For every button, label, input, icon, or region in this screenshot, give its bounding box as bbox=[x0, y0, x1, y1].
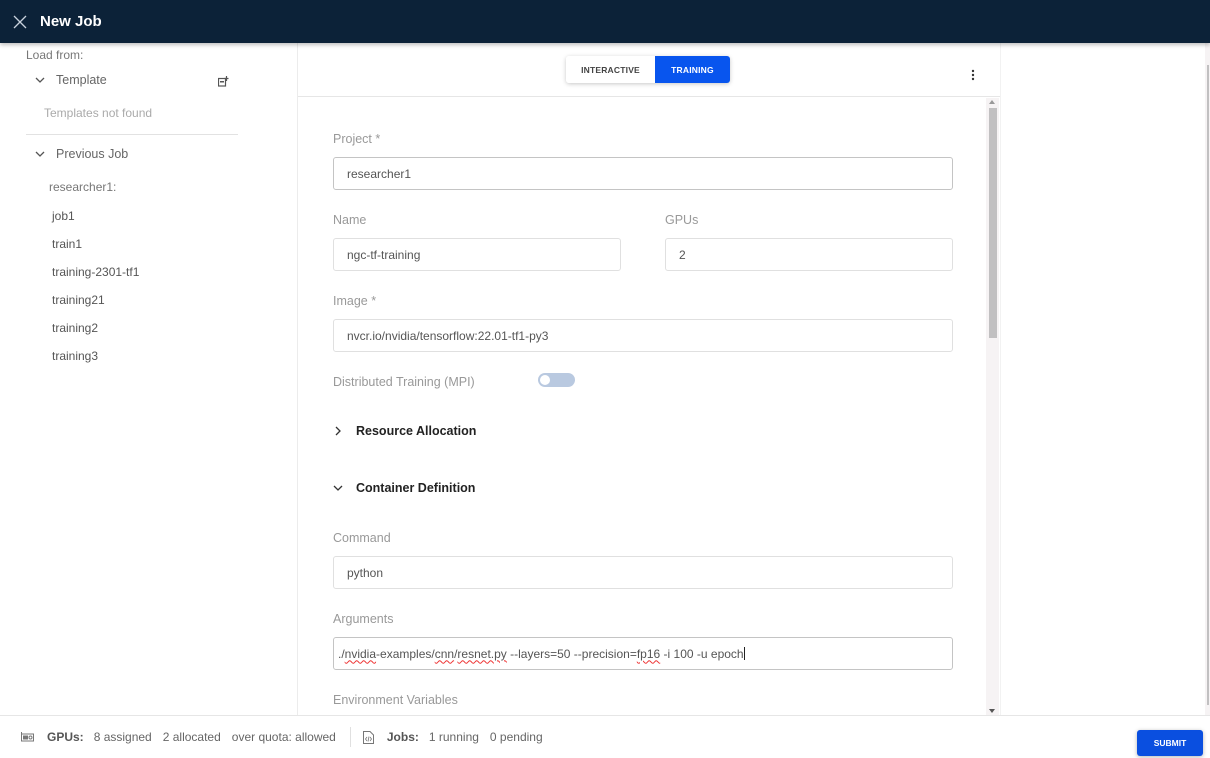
chevron-down-icon bbox=[35, 151, 45, 157]
jobs-status-label: Jobs: bbox=[386, 730, 419, 744]
project-select[interactable]: researcher1 bbox=[333, 157, 953, 190]
chevron-right-icon bbox=[335, 426, 341, 436]
page-title: New Job bbox=[40, 13, 102, 30]
status-footer: GPUs: 8 assigned 2 allocated over quota:… bbox=[0, 715, 1210, 758]
footer-divider bbox=[349, 727, 351, 747]
name-value: ngc-tf-training bbox=[347, 247, 421, 262]
project-value: researcher1 bbox=[347, 166, 412, 181]
gpus-status-label: GPUs: bbox=[47, 730, 84, 744]
right-blank-area bbox=[1000, 43, 1210, 715]
arguments-value: ./nvidia-examples/cnn/resnet.py --layers… bbox=[338, 646, 745, 661]
gpus-value: 2 bbox=[679, 247, 686, 262]
previous-job-item[interactable]: training2 bbox=[52, 321, 139, 349]
container-definition-accordion[interactable]: Container Definition bbox=[333, 481, 475, 495]
gpu-status: GPUs: 8 assigned 2 allocated over quota:… bbox=[21, 730, 347, 744]
image-label: Image * bbox=[333, 294, 377, 308]
previous-job-list: job1 train1 training-2301-tf1 training21… bbox=[52, 209, 139, 377]
section-divider bbox=[26, 134, 238, 135]
form-scrollbar[interactable] bbox=[986, 98, 999, 715]
chevron-down-icon bbox=[333, 485, 343, 491]
close-icon[interactable] bbox=[0, 0, 40, 43]
jobs-pending: 0 pending bbox=[489, 730, 543, 744]
resource-allocation-accordion[interactable]: Resource Allocation bbox=[333, 424, 476, 438]
command-label: Command bbox=[333, 531, 391, 545]
previous-job-item[interactable]: job1 bbox=[52, 209, 139, 237]
container-definition-label: Container Definition bbox=[356, 481, 476, 495]
previous-job-item[interactable]: training21 bbox=[52, 293, 139, 321]
gpus-assigned: 8 assigned bbox=[93, 730, 152, 744]
distributed-training-label: Distributed Training (MPI) bbox=[333, 375, 475, 389]
gpus-input[interactable]: 2 bbox=[665, 238, 953, 271]
load-from-label: Load from: bbox=[26, 48, 84, 62]
gpus-allocated: 2 allocated bbox=[162, 730, 221, 744]
job-type-bar: INTERACTIVE TRAINING bbox=[298, 43, 1000, 97]
load-from-panel: Load from: Template Templates not found … bbox=[0, 43, 298, 715]
text-caret bbox=[743, 646, 745, 660]
previous-job-item[interactable]: training-2301-tf1 bbox=[52, 265, 139, 293]
arguments-label: Arguments bbox=[333, 612, 394, 626]
job-type-toggle: INTERACTIVE TRAINING bbox=[566, 56, 730, 83]
command-value: python bbox=[347, 565, 384, 580]
page-scrollbar-thumb[interactable] bbox=[1207, 65, 1209, 705]
environment-variables-label: Environment Variables bbox=[333, 693, 458, 707]
toggle-knob bbox=[540, 375, 550, 385]
jobs-status: Jobs: 1 running 0 pending bbox=[362, 730, 554, 744]
gpus-label: GPUs bbox=[665, 213, 699, 227]
gpus-over-quota: over quota: allowed bbox=[231, 730, 336, 744]
code-file-icon bbox=[362, 730, 374, 744]
job-form-panel: INTERACTIVE TRAINING Project * researche… bbox=[298, 43, 1000, 715]
previous-job-item[interactable]: training3 bbox=[52, 349, 139, 377]
tab-training[interactable]: TRAINING bbox=[655, 56, 730, 83]
scroll-up-arrow-icon[interactable] bbox=[989, 100, 995, 104]
image-value: nvcr.io/nvidia/tensorflow:22.01-tf1-py3 bbox=[347, 328, 549, 343]
templates-empty-message: Templates not found bbox=[44, 106, 153, 120]
image-input[interactable]: nvcr.io/nvidia/tensorflow:22.01-tf1-py3 bbox=[333, 319, 953, 352]
add-template-icon[interactable] bbox=[218, 76, 229, 87]
job-form: Project * researcher1 Name ngc-tf-traini… bbox=[298, 98, 1000, 715]
app-header: New Job bbox=[0, 0, 1210, 43]
previous-job-section-toggle[interactable]: Previous Job bbox=[34, 147, 128, 161]
name-label: Name bbox=[333, 213, 367, 227]
project-label: Project * bbox=[333, 132, 381, 146]
resource-allocation-label: Resource Allocation bbox=[356, 424, 477, 438]
scrollbar-thumb[interactable] bbox=[989, 108, 997, 338]
job-owner-label: researcher1: bbox=[49, 180, 117, 194]
jobs-running: 1 running bbox=[428, 730, 479, 744]
previous-job-item[interactable]: train1 bbox=[52, 237, 139, 265]
command-input[interactable]: python bbox=[333, 556, 953, 589]
template-section-toggle[interactable]: Template bbox=[34, 73, 107, 87]
gpu-card-icon bbox=[21, 731, 34, 741]
arguments-input[interactable]: ./nvidia-examples/cnn/resnet.py --layers… bbox=[333, 637, 953, 670]
page-scrollbar[interactable] bbox=[1205, 43, 1210, 715]
more-vertical-icon[interactable] bbox=[970, 68, 976, 82]
template-section-label: Template bbox=[56, 73, 107, 87]
distributed-training-toggle[interactable] bbox=[538, 373, 575, 387]
submit-button[interactable]: SUBMIT bbox=[1137, 730, 1203, 756]
tab-interactive[interactable]: INTERACTIVE bbox=[566, 56, 655, 83]
name-input[interactable]: ngc-tf-training bbox=[333, 238, 621, 271]
chevron-down-icon bbox=[35, 77, 45, 83]
previous-job-section-label: Previous Job bbox=[56, 147, 129, 161]
scroll-down-arrow-icon[interactable] bbox=[989, 709, 995, 713]
